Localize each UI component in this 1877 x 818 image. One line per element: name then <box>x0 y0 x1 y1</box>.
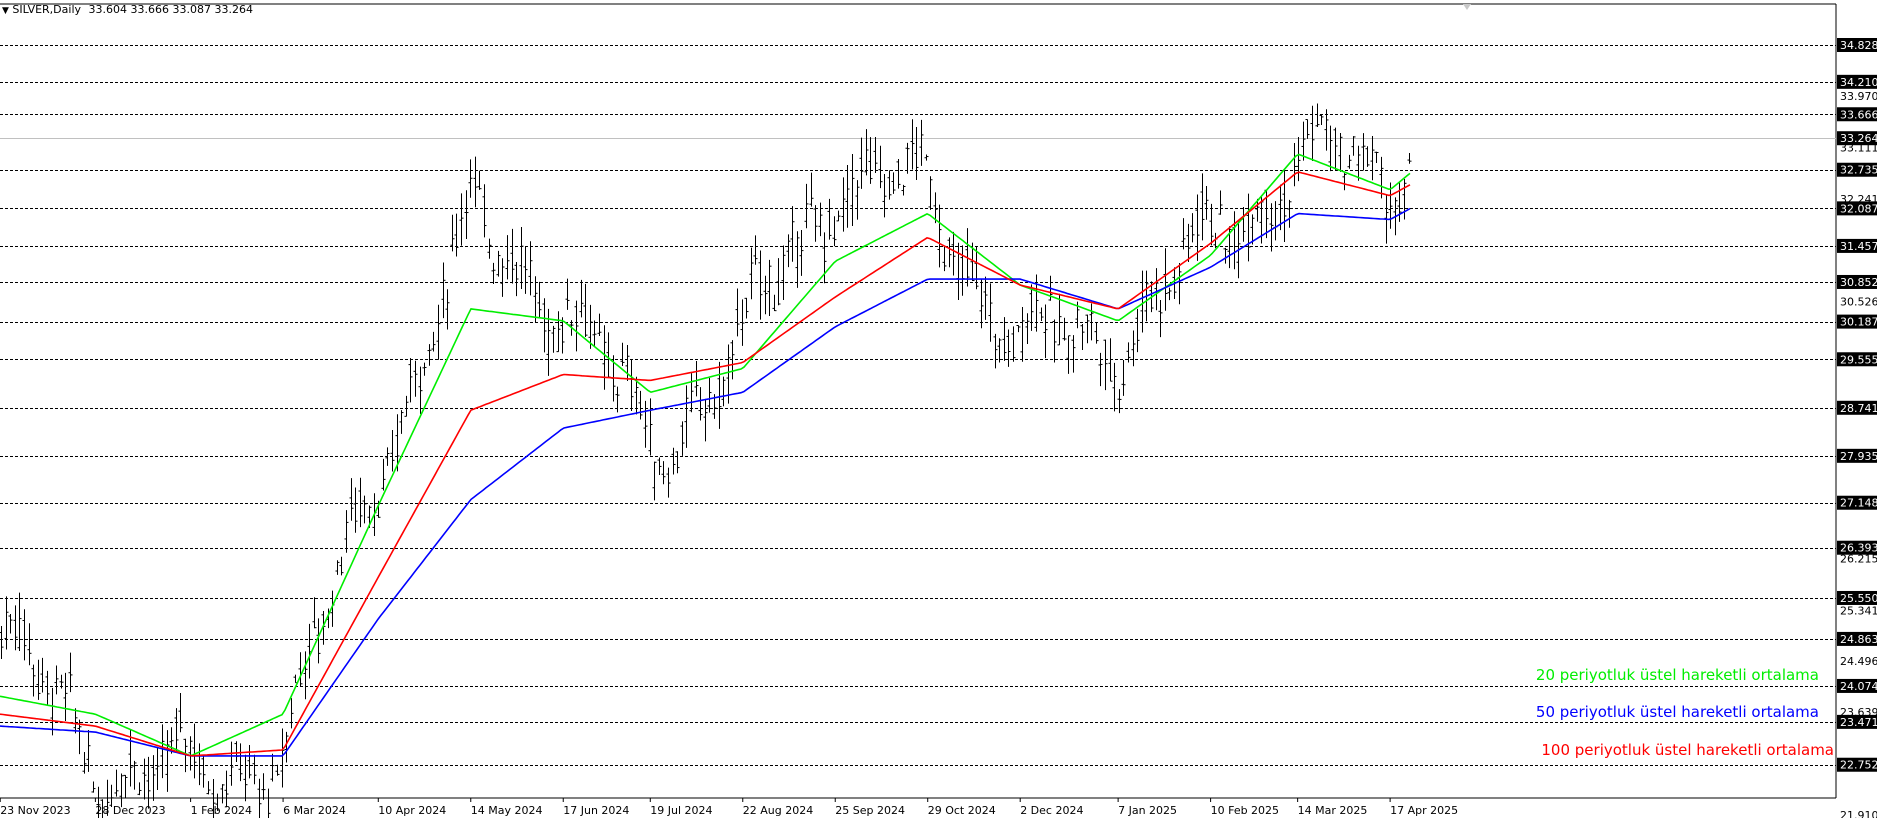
x-tick-label: 14 May 2024 <box>471 804 543 817</box>
x-tick-label: 10 Feb 2025 <box>1211 804 1279 817</box>
x-tick-label: 25 Sep 2024 <box>835 804 905 817</box>
x-tick-label: 29 Oct 2024 <box>928 804 996 817</box>
x-tick-label: 19 Jul 2024 <box>650 804 712 817</box>
price-tag-label: 30.852 <box>1840 276 1877 289</box>
price-tag-label: 29.555 <box>1840 353 1877 366</box>
x-tick-label: 6 Mar 2024 <box>283 804 346 817</box>
price-tag-label: 27.148 <box>1840 497 1877 510</box>
price-chart[interactable]: 33.97033.11132.24130.52626.21525.34124.4… <box>0 0 1877 818</box>
y-scale-label: 25.341 <box>1840 604 1877 617</box>
price-tag-label: 31.457 <box>1840 240 1877 253</box>
price-tag-label: 34.828 <box>1840 39 1877 52</box>
price-tag-label: 25.550 <box>1840 592 1877 605</box>
y-scale-label: 24.496 <box>1840 655 1877 668</box>
x-tick-label: 17 Apr 2025 <box>1390 804 1458 817</box>
ohlc-values: 33.604 33.666 33.087 33.264 <box>88 3 253 16</box>
chart-header: ▼ SILVER,Daily 33.604 33.666 33.087 33.2… <box>2 3 253 16</box>
legend-ema20: 20 periyotluk üstel hareketli ortalama <box>1535 666 1819 684</box>
price-tag-label: 32.087 <box>1840 202 1877 215</box>
symbol-label: SILVER,Daily <box>12 3 82 16</box>
price-tag-label: 30.187 <box>1840 316 1877 329</box>
price-tag-label: 33.666 <box>1840 108 1877 121</box>
price-tag-label: 32.735 <box>1840 164 1877 177</box>
x-tick-label: 1 Feb 2024 <box>191 804 252 817</box>
triangle-down-icon[interactable]: ▼ <box>2 6 9 16</box>
x-tick-label: 22 Aug 2024 <box>743 804 813 817</box>
price-tag-label: 24.863 <box>1840 633 1877 646</box>
legend-ema100: 100 periyotluk üstel hareketli ortalama <box>1541 741 1834 759</box>
chart-window[interactable]: 33.970 33.111 32.241 30.526 26.215 25.341 24.4… <box>0 0 1877 818</box>
x-tick-label: 2 Dec 2024 <box>1020 804 1083 817</box>
price-tag-label: 33.264 <box>1840 132 1877 145</box>
price-tag-label: 34.210 <box>1840 76 1877 89</box>
price-tag-label: 24.074 <box>1840 680 1877 693</box>
price-tag-label: 23.471 <box>1840 716 1877 729</box>
price-tag-label: 22.752 <box>1840 759 1877 772</box>
y-scale-label: 30.526 <box>1840 295 1877 308</box>
y-scale-label: 21.910 <box>1840 809 1877 818</box>
x-tick-label: 28 Dec 2023 <box>95 804 165 817</box>
x-tick-label: 23 Nov 2023 <box>0 804 70 817</box>
x-tick-label: 10 Apr 2024 <box>378 804 446 817</box>
price-tag-label: 27.935 <box>1840 450 1877 463</box>
price-tag-label: 28.741 <box>1840 402 1877 415</box>
x-tick-label: 17 Jun 2024 <box>563 804 629 817</box>
x-tick-label: 14 Mar 2025 <box>1298 804 1368 817</box>
price-tag-label: 26.393 <box>1840 542 1877 555</box>
y-scale-label: 33.970 <box>1840 90 1877 103</box>
x-tick-label: 7 Jan 2025 <box>1118 804 1177 817</box>
legend-ema50: 50 periyotluk üstel hareketli ortalama <box>1535 703 1819 721</box>
